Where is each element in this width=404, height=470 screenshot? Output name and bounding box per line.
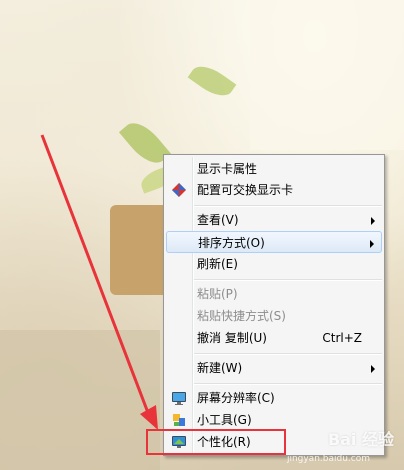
menu-item-label: 查看(V) xyxy=(197,213,239,227)
menu-item-screen-resolution[interactable]: 屏幕分辨率(C) xyxy=(166,387,382,409)
menu-separator xyxy=(194,279,382,281)
watermark-url: jingyan.baidu.com xyxy=(286,454,370,464)
submenu-arrow-icon xyxy=(371,365,375,373)
menu-item-label: 撤消 复制(U) xyxy=(197,331,267,345)
menu-item-label: 新建(W) xyxy=(197,361,243,375)
menu-item-label: 显示卡属性 xyxy=(197,162,258,176)
menu-item-sort-by[interactable]: 排序方式(O) xyxy=(166,231,382,253)
menu-item-label: 粘贴(P) xyxy=(197,287,238,301)
menu-item-undo-copy[interactable]: 撤消 复制(U) Ctrl+Z xyxy=(166,327,382,349)
menu-item-view[interactable]: 查看(V) xyxy=(166,209,382,231)
menu-item-label: 屏幕分辨率(C) xyxy=(197,391,275,405)
annotation-highlight-box xyxy=(146,429,286,455)
menu-item-paste-shortcut[interactable]: 粘贴快捷方式(S) xyxy=(166,305,382,327)
menu-item-label: 配置可交换显示卡 xyxy=(197,183,294,197)
submenu-arrow-icon xyxy=(371,217,375,225)
monitor-icon xyxy=(172,392,186,405)
context-menu: 显示卡属性 配置可交换显示卡 查看(V) 排序方式(O) 刷新(E) 粘贴(P)… xyxy=(163,154,385,456)
menu-separator xyxy=(194,205,382,207)
menu-separator xyxy=(194,353,382,355)
menu-item-paste[interactable]: 粘贴(P) xyxy=(166,283,382,305)
menu-separator xyxy=(194,383,382,385)
menu-item-label: 刷新(E) xyxy=(197,257,238,271)
menu-item-display-properties[interactable]: 显示卡属性 xyxy=(166,158,382,180)
menu-item-label: 粘贴快捷方式(S) xyxy=(197,309,286,323)
watermark-brand: Bai 经验 xyxy=(327,430,394,449)
gadgets-icon xyxy=(173,414,185,426)
menu-item-switchable-graphics[interactable]: 配置可交换显示卡 xyxy=(166,179,382,201)
submenu-arrow-icon xyxy=(370,240,374,248)
menu-item-refresh[interactable]: 刷新(E) xyxy=(166,253,382,275)
graphics-switch-icon xyxy=(172,183,186,197)
menu-item-label: 小工具(G) xyxy=(197,413,252,427)
menu-item-label: 排序方式(O) xyxy=(198,236,265,250)
menu-item-shortcut: Ctrl+Z xyxy=(322,331,362,345)
menu-item-new[interactable]: 新建(W) xyxy=(166,357,382,379)
